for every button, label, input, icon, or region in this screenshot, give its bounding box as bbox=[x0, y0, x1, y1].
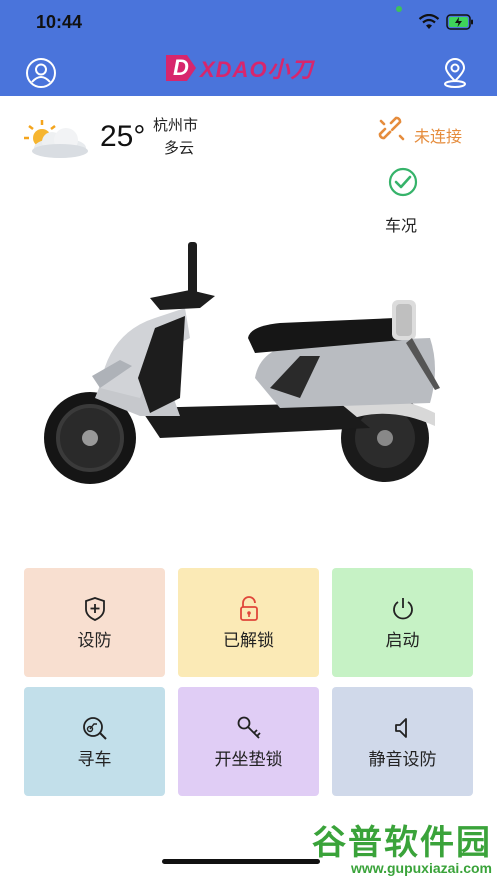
key-icon bbox=[237, 716, 261, 739]
city-name: 杭州市 bbox=[153, 116, 199, 134]
broken-link-icon[interactable] bbox=[378, 116, 406, 144]
brand-logo: D XDAO小刀 bbox=[166, 54, 314, 82]
seat-lock-button[interactable]: 开坐垫锁 bbox=[178, 687, 319, 796]
app-header: 10:44 D XDAO小刀 bbox=[0, 0, 497, 96]
location-button[interactable] bbox=[440, 57, 472, 89]
status-time: 10:44 bbox=[36, 12, 83, 32]
watermark-main: 谷普软件园 bbox=[312, 823, 492, 863]
find-car-label: 寻车 bbox=[77, 750, 112, 770]
start-label: 启动 bbox=[385, 631, 420, 651]
user-profile-button[interactable] bbox=[25, 57, 57, 89]
logo-mark: D bbox=[166, 55, 196, 81]
unlock-icon bbox=[239, 596, 258, 621]
logo-text: XDAO小刀 bbox=[200, 57, 314, 82]
shield-plus-icon bbox=[84, 597, 105, 621]
weather-condition: 多云 bbox=[164, 139, 195, 157]
find-car-icon bbox=[82, 717, 107, 740]
unlock-label: 已解锁 bbox=[223, 631, 274, 651]
unlock-button[interactable]: 已解锁 bbox=[178, 568, 319, 677]
check-circle-icon[interactable] bbox=[387, 167, 419, 197]
silent-arm-button[interactable]: 静音设防 bbox=[332, 687, 473, 796]
scooter-image bbox=[44, 242, 440, 484]
start-button[interactable]: 启动 bbox=[332, 568, 473, 677]
power-icon bbox=[392, 598, 413, 620]
silent-arm-label: 静音设防 bbox=[368, 750, 437, 770]
arm-button[interactable]: 设防 bbox=[24, 568, 165, 677]
wifi-icon bbox=[418, 14, 440, 29]
mute-speaker-icon bbox=[394, 718, 407, 738]
user-icon bbox=[26, 58, 56, 88]
find-car-button[interactable]: 寻车 bbox=[24, 687, 165, 796]
location-pin-icon bbox=[444, 58, 466, 88]
connection-status[interactable]: 未连接 bbox=[414, 123, 462, 147]
home-indicator[interactable] bbox=[162, 859, 320, 864]
vehicle-status-label[interactable]: 车况 bbox=[385, 212, 417, 236]
seat-lock-label: 开坐垫锁 bbox=[214, 750, 283, 770]
recording-dot bbox=[396, 6, 402, 12]
arm-label: 设防 bbox=[77, 631, 112, 651]
battery-icon bbox=[446, 14, 473, 30]
watermark-url: www.gupuxiazai.com bbox=[350, 860, 492, 876]
watermark: 谷普软件园 www.gupuxiazai.com bbox=[272, 815, 492, 877]
partly-cloudy-icon bbox=[24, 120, 88, 158]
temperature: 25° bbox=[100, 120, 146, 153]
